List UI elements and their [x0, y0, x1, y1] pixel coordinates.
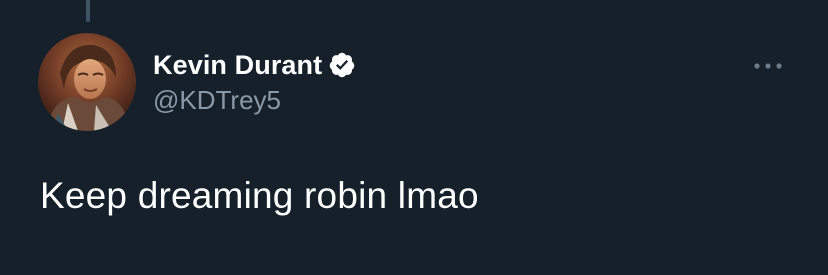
- verified-badge-icon: [329, 52, 355, 78]
- thread-connector-line: [86, 0, 90, 22]
- tweet-text: Keep dreaming robin lmao: [40, 175, 479, 216]
- author-name-row: Kevin Durant: [153, 48, 356, 82]
- tweet-card[interactable]: Kevin Durant @KDTrey5 Keep dreaming robi…: [0, 0, 828, 275]
- avatar-photo-icon: [38, 33, 136, 131]
- more-options-button[interactable]: [748, 52, 788, 80]
- more-dots-icon: [754, 63, 782, 69]
- tweet-author: Kevin Durant @KDTrey5: [153, 48, 356, 116]
- author-display-name[interactable]: Kevin Durant: [153, 50, 322, 81]
- avatar[interactable]: [38, 33, 136, 131]
- author-handle[interactable]: @KDTrey5: [153, 85, 356, 116]
